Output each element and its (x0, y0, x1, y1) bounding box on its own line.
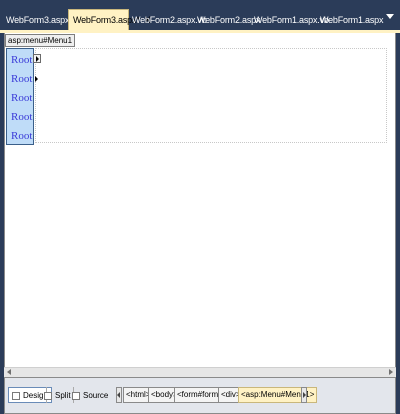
view-and-tag-navigator-bar: Design Split Source <html> <body> <form#… (4, 377, 396, 414)
menu-item-root[interactable]: Root (11, 128, 32, 144)
smart-tag-glyph-icon[interactable] (33, 54, 41, 63)
menu-item-label: Root (11, 54, 33, 66)
tab-webform2-aspx-vb[interactable]: WebForm2.aspx.vb (132, 10, 207, 30)
menu-item-label: Root (11, 73, 33, 85)
source-view-button[interactable]: Source (68, 387, 112, 403)
tab-webform1-aspx[interactable]: WebForm1.aspx (320, 10, 383, 30)
scroll-left-icon[interactable] (7, 369, 11, 375)
menu-item-root[interactable]: Root (11, 90, 32, 106)
scroll-right-icon[interactable] (389, 369, 393, 375)
tab-webform2-aspx[interactable]: WebForm2.aspx (197, 10, 260, 30)
asp-menu-control[interactable]: Root Root Root Root Root (6, 48, 38, 145)
source-view-icon (72, 392, 80, 400)
split-view-icon (44, 392, 52, 400)
tab-webform1-aspx-vb[interactable]: WebForm1.aspx.vb (254, 10, 329, 30)
design-surface[interactable]: asp:menu#Menu1 Root Root Root Root Root (4, 33, 396, 377)
design-view-icon (12, 392, 20, 400)
control-tag-label: asp:menu#Menu1 (5, 34, 76, 47)
menu-item-root[interactable]: Root (11, 52, 32, 68)
menu-item-label: Root (11, 130, 33, 142)
tab-overflow-dropdown-icon[interactable] (386, 14, 394, 19)
breadcrumb-scroll-right-icon[interactable] (301, 387, 307, 403)
menu-item-root[interactable]: Root (11, 71, 38, 87)
breadcrumb-scroll-left-icon[interactable] (116, 387, 122, 403)
document-tab-strip: WebForm3.aspx.vb WebForm3.aspx* X WebForm… (0, 0, 400, 30)
tab-label: WebForm3.aspx* (73, 15, 140, 25)
submenu-arrow-icon (35, 76, 38, 82)
horizontal-scrollbar[interactable] (4, 367, 396, 377)
tab-webform3-aspx[interactable]: WebForm3.aspx* X (68, 9, 151, 30)
div-container-outline (35, 48, 387, 143)
menu-item-label: Root (11, 111, 33, 123)
source-view-label: Source (83, 391, 109, 400)
menu-item-root[interactable]: Root (11, 109, 32, 125)
menu-item-label: Root (11, 92, 33, 104)
